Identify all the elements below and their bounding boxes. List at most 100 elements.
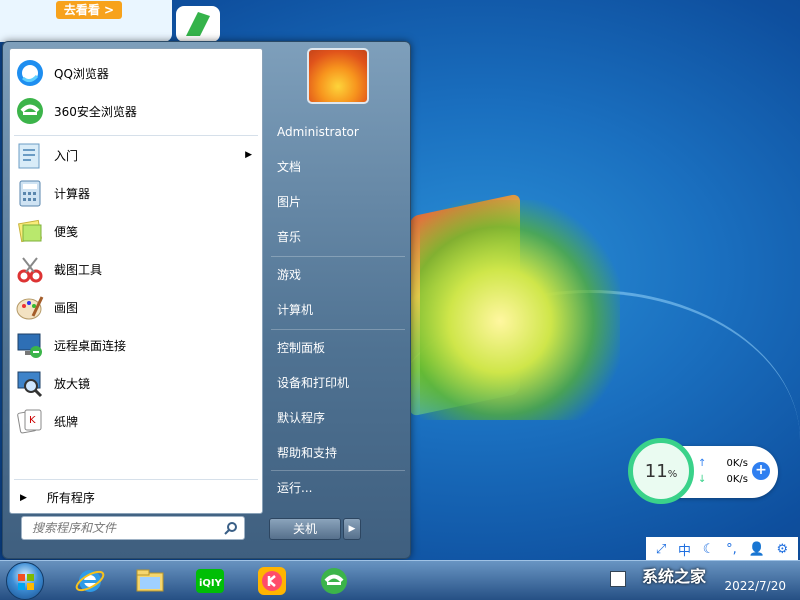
calculator-icon <box>14 177 46 209</box>
taskbar-iqiyi[interactable]: iQIY <box>188 563 232 599</box>
place-games[interactable]: 游戏 <box>277 262 405 288</box>
snipping-tool-icon <box>14 253 46 285</box>
folder-icon <box>136 569 164 592</box>
program-label: 远程桌面连接 <box>54 338 127 353</box>
place-default-programs[interactable]: 默认程序 <box>277 405 405 431</box>
upload-row: ↑ 0K/s <box>698 458 748 469</box>
getting-started-icon <box>14 139 46 171</box>
start-menu: QQ浏览器 360安全浏览器 入门 ▶ 计算器 便笺 截图工具 画图 远程桌面连… <box>2 41 411 559</box>
usage-percent-unit: % <box>667 468 678 480</box>
internet-explorer-icon <box>75 570 105 592</box>
program-calculator[interactable]: 计算器 <box>14 175 258 211</box>
settings-gear-icon[interactable]: ⚙ <box>776 542 788 557</box>
program-remote-desktop[interactable]: 远程桌面连接 <box>14 327 258 363</box>
place-devices-printers[interactable]: 设备和打印机 <box>277 370 405 396</box>
action-center-checkbox-icon[interactable] <box>610 571 626 587</box>
program-label: 360安全浏览器 <box>54 104 137 119</box>
divider <box>14 135 258 136</box>
usage-percent: 11 <box>644 460 668 482</box>
program-qq-browser[interactable]: QQ浏览器 <box>14 55 258 91</box>
download-row: ↓ 0K/s <box>698 474 748 485</box>
program-solitaire[interactable]: K 纸牌 <box>14 403 258 439</box>
system-tray: 系统之家 2022/7/20 <box>610 561 800 600</box>
taskbar-explorer[interactable] <box>128 563 172 599</box>
program-label: 放大镜 <box>54 376 91 391</box>
program-getting-started[interactable]: 入门 ▶ <box>14 137 258 173</box>
place-pictures[interactable]: 图片 <box>277 189 405 215</box>
program-label: 入门 <box>54 148 79 163</box>
svg-text:iQIY: iQIY <box>199 578 223 589</box>
start-search-box[interactable] <box>21 516 245 540</box>
program-label: 计算器 <box>54 186 91 201</box>
divider <box>271 329 405 330</box>
360-browser-icon <box>321 568 347 594</box>
places-pane: Administrator 文档 图片 音乐 游戏 计算机 控制面板 设备和打印… <box>265 42 410 560</box>
download-arrow-icon: ↓ <box>698 474 707 485</box>
program-snipping-tool[interactable]: 截图工具 <box>14 251 258 287</box>
program-label: 截图工具 <box>54 262 103 277</box>
place-documents[interactable]: 文档 <box>277 154 405 180</box>
program-label: 画图 <box>54 300 79 315</box>
iqiyi-icon: iQIY <box>196 569 224 593</box>
divider <box>271 470 405 471</box>
wallpaper-glow <box>420 200 620 420</box>
place-computer[interactable]: 计算机 <box>277 297 405 323</box>
ime-mode-toggle[interactable]: 中 <box>678 540 691 559</box>
taskbar-clock[interactable]: 2022/7/20 <box>724 579 786 593</box>
place-user[interactable]: Administrator <box>277 119 405 145</box>
sticky-notes-icon <box>14 215 46 247</box>
shutdown-button[interactable]: 关机 <box>269 518 341 540</box>
taskbar: iQIY 系统之家 2022/7/20 <box>0 560 800 600</box>
chevron-right-icon: ▶ <box>348 524 356 534</box>
svg-text:K: K <box>29 415 36 426</box>
programs-pane: QQ浏览器 360安全浏览器 入门 ▶ 计算器 便笺 截图工具 画图 远程桌面连… <box>9 48 263 514</box>
taskbar-360-browser[interactable] <box>312 563 356 599</box>
upload-speed: 0K/s <box>726 458 749 469</box>
place-control-panel[interactable]: 控制面板 <box>277 335 405 361</box>
all-programs-button[interactable]: ▶ 所有程序 <box>20 489 95 506</box>
program-360-browser[interactable]: 360安全浏览器 <box>14 93 258 129</box>
network-speed-widget[interactable]: 11% ↑ 0K/s ↓ 0K/s + <box>628 438 778 504</box>
kuaikan-icon <box>258 567 286 595</box>
download-speed: 0K/s <box>726 474 749 485</box>
desktop-app-icon[interactable] <box>176 6 220 42</box>
shutdown-options-button[interactable]: ▶ <box>343 518 361 540</box>
place-help-support[interactable]: 帮助和支持 <box>277 440 405 466</box>
half-width-moon-icon[interactable]: ☾ <box>703 542 715 557</box>
triangle-right-icon: ▶ <box>20 492 27 503</box>
all-programs-label: 所有程序 <box>46 491 95 505</box>
taskbar-kugou[interactable] <box>250 563 294 599</box>
start-button[interactable] <box>6 562 44 600</box>
upload-arrow-icon: ↑ <box>698 458 707 469</box>
place-music[interactable]: 音乐 <box>277 224 405 250</box>
remote-desktop-icon <box>14 329 46 361</box>
qq-browser-icon <box>14 57 46 89</box>
360-browser-icon <box>14 95 46 127</box>
program-label: QQ浏览器 <box>54 66 109 81</box>
taskbar-ie[interactable] <box>68 563 112 599</box>
top-ad-button[interactable]: 去看看 > <box>56 1 122 19</box>
submenu-arrow-icon[interactable]: ▶ <box>245 150 252 160</box>
punctuation-icon[interactable]: °, <box>726 542 737 557</box>
ime-switch-icon[interactable]: ⤢ <box>656 542 666 557</box>
top-ad-banner[interactable]: 去看看 > <box>0 0 172 42</box>
divider <box>271 256 405 257</box>
memory-usage-gauge[interactable]: 11% <box>628 438 694 504</box>
place-run[interactable]: 运行... <box>277 475 405 501</box>
program-label: 纸牌 <box>54 414 79 429</box>
user-avatar[interactable] <box>307 48 369 104</box>
search-input[interactable] <box>32 521 214 535</box>
widget-plus-button[interactable]: + <box>752 462 770 480</box>
program-magnifier[interactable]: 放大镜 <box>14 365 258 401</box>
windows-logo-icon <box>18 574 34 590</box>
program-sticky-notes[interactable]: 便笺 <box>14 213 258 249</box>
search-icon[interactable] <box>224 521 238 535</box>
program-paint[interactable]: 画图 <box>14 289 258 325</box>
user-icon[interactable]: 👤 <box>749 542 765 557</box>
divider <box>14 479 258 480</box>
ime-toolbar: ⤢ 中 ☾ °, 👤 ⚙ <box>646 537 798 561</box>
magnifier-icon <box>14 367 46 399</box>
paint-icon <box>14 291 46 323</box>
program-label: 便笺 <box>54 224 79 239</box>
green-app-icon <box>186 12 210 36</box>
